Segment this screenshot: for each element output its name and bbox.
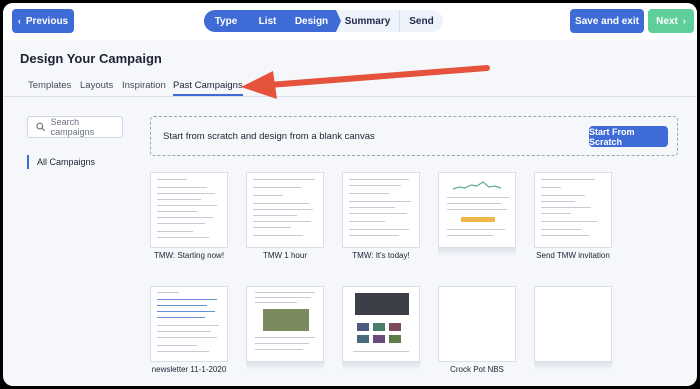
chevron-left-icon: ‹ — [17, 16, 21, 26]
tab-templates[interactable]: Templates — [28, 80, 71, 91]
step-type[interactable]: Type — [204, 10, 253, 32]
search-placeholder: Search campaigns — [50, 117, 95, 137]
save-and-exit-button[interactable]: Save and exit — [570, 9, 644, 33]
page-title: Design Your Campaign — [20, 51, 162, 66]
campaign-name: TMW 1 hour — [262, 251, 307, 260]
person-photo-image — [355, 293, 409, 315]
campaign-thumbnail — [438, 172, 516, 248]
annotation-arrow — [241, 65, 490, 99]
campaign-name: Crock Pot NBS — [450, 365, 504, 374]
campaign-thumbnail — [246, 172, 324, 248]
campaign-thumbnail — [534, 286, 612, 362]
start-from-scratch-panel: Start from scratch and design from a bla… — [150, 116, 678, 156]
campaign-thumbnail — [342, 286, 420, 362]
top-bar: ‹ Previous Type List Design Summary Send… — [3, 3, 697, 40]
campaign-thumbnail — [246, 286, 324, 362]
tab-layouts[interactable]: Layouts — [80, 80, 113, 91]
campaign-name: Send TMW invitation — [536, 251, 610, 260]
previous-label: Previous — [25, 15, 69, 27]
search-icon — [36, 122, 46, 132]
app-window: ‹ Previous Type List Design Summary Send… — [3, 3, 697, 386]
campaign-stepper: Type List Design Summary Send — [204, 10, 443, 32]
next-label: Next — [656, 15, 678, 27]
campaign-thumbnail — [534, 172, 612, 248]
step-summary[interactable]: Summary — [336, 10, 399, 32]
campaign-thumbnail — [150, 286, 228, 362]
search-input[interactable]: Search campaigns — [27, 116, 123, 138]
previous-button[interactable]: ‹ Previous — [12, 9, 74, 33]
next-button[interactable]: Next › — [648, 9, 694, 33]
step-design[interactable]: Design — [287, 10, 341, 32]
chart-thumbnail-image — [447, 181, 509, 236]
step-list[interactable]: List — [248, 10, 292, 32]
campaign-name: TMW: It's today! — [352, 251, 410, 260]
campaign-name: TMW: Starting now! — [153, 251, 225, 260]
food-photo-image — [263, 309, 309, 331]
scratch-description: Start from scratch and design from a bla… — [163, 131, 375, 142]
campaign-name: newsletter 11-1-2020 — [151, 365, 227, 374]
tab-past-campaigns[interactable]: Past Campaigns — [173, 80, 243, 96]
start-from-scratch-button[interactable]: Start From Scratch — [589, 126, 668, 147]
tab-inspiration[interactable]: Inspiration — [122, 80, 166, 91]
campaign-thumbnail — [150, 172, 228, 248]
campaign-thumbnail — [438, 286, 516, 362]
chevron-right-icon: › — [682, 16, 686, 26]
campaign-thumbnail — [342, 172, 420, 248]
step-send[interactable]: Send — [399, 10, 443, 32]
filter-all-campaigns[interactable]: All Campaigns — [27, 155, 95, 169]
